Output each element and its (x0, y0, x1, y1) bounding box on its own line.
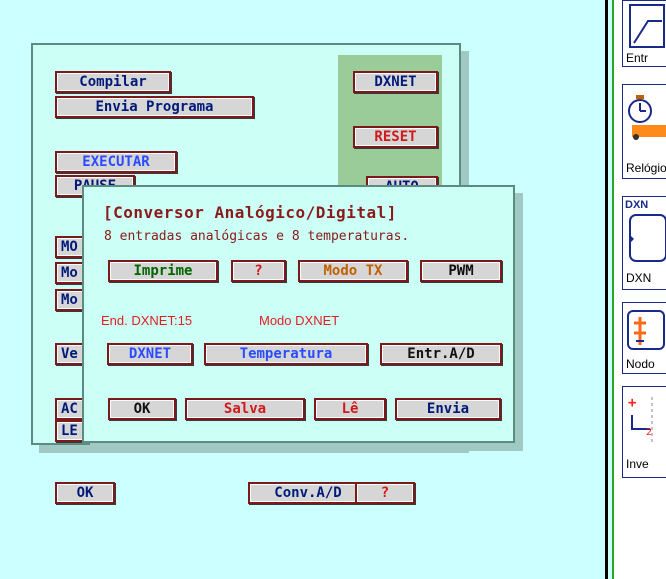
temperature-button[interactable]: Temperatura (204, 343, 368, 365)
dialog-subtitle: 8 entradas analógicas e 8 temperaturas. (104, 229, 410, 244)
mode-tx-button[interactable]: Modo TX (298, 260, 408, 282)
dxnet-button[interactable]: DXNET (353, 71, 438, 93)
palette-item-label: Entr (626, 51, 649, 65)
dxnet-card-header: DXN (625, 199, 649, 211)
analog-input-icon (629, 4, 665, 48)
print-button[interactable]: Imprime (108, 260, 218, 282)
dialog-dxnet-button[interactable]: DXNET (107, 343, 193, 365)
palette-item-label: Relógio (626, 161, 666, 175)
input-ad-button[interactable]: Entr.A/D (380, 343, 502, 365)
svg-text:2: 2 (646, 427, 652, 438)
read-button[interactable]: Lê (314, 398, 386, 420)
dxnet-address-text: End. DXNET:15 (101, 313, 193, 328)
palette-item-inverter[interactable]: + 2 Inve (622, 386, 666, 478)
dialog-title: [Conversor Analógico/Digital] (103, 203, 397, 222)
compile-button[interactable]: Compilar (55, 71, 171, 93)
save-button[interactable]: Salva (185, 398, 305, 420)
inverter-icon: + 2 (628, 395, 653, 443)
main-ok-button[interactable]: OK (55, 482, 115, 504)
palette-item-label: DXN (626, 271, 652, 285)
dialog-ok-button[interactable]: OK (108, 398, 176, 420)
palette-item-dxnet[interactable]: DXN DXN (622, 196, 666, 290)
execute-button[interactable]: EXECUTAR (55, 151, 177, 173)
send-button[interactable]: Envia (395, 398, 501, 420)
node-icon (627, 310, 665, 350)
palette-item-node[interactable]: Nodo (622, 302, 666, 374)
palette-item-clock[interactable]: Relógio (622, 84, 666, 179)
main-help-button[interactable]: ? (355, 482, 415, 504)
send-program-button[interactable]: Envia Programa (55, 96, 254, 118)
dxnet-module-icon (629, 214, 666, 262)
dialog-help-button[interactable]: ? (231, 260, 286, 282)
dxnet-mode-text: Modo DXNET (259, 313, 340, 328)
clock-icon (628, 95, 666, 140)
pane-divider[interactable] (605, 0, 608, 579)
reset-button[interactable]: RESET (353, 126, 438, 148)
svg-text:+: + (628, 395, 636, 411)
pwm-button[interactable]: PWM (420, 260, 502, 282)
palette-item-label: Inve (626, 457, 649, 471)
palette-item-analog-input[interactable]: Entr (622, 0, 666, 67)
conv-ad-button[interactable]: Conv.A/D (248, 482, 368, 504)
palette-item-label: Nodo (626, 357, 655, 371)
